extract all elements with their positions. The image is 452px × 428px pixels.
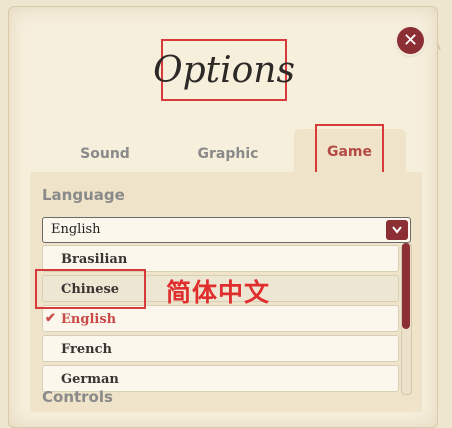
chevron-down-icon[interactable] xyxy=(386,220,408,240)
close-button[interactable]: ✕ xyxy=(397,27,424,54)
language-option-english[interactable]: ✔ English xyxy=(42,305,399,332)
chinese-highlight-box xyxy=(35,269,146,309)
dialog-title: Options xyxy=(153,39,295,101)
language-dropdown-list: Brasilian Chinese ✔ English French Germa… xyxy=(42,243,412,395)
checkmark-icon: ✔ xyxy=(45,311,56,326)
language-option-brasilian[interactable]: Brasilian xyxy=(42,245,399,272)
language-select-value: English xyxy=(51,222,101,237)
language-label: Language xyxy=(42,186,125,204)
language-option-label: Brasilian xyxy=(61,252,128,267)
close-icon: ✕ xyxy=(402,29,419,51)
language-option-label: English xyxy=(61,312,117,327)
tab-graphic[interactable]: Graphic xyxy=(190,136,266,172)
tab-sound[interactable]: Sound xyxy=(70,136,140,172)
controls-label: Controls xyxy=(42,388,113,406)
language-select[interactable]: English xyxy=(42,217,411,243)
language-option-label: German xyxy=(61,372,119,387)
annotation-text: 简体中文 xyxy=(166,278,271,307)
dropdown-scrollbar-thumb[interactable] xyxy=(402,243,410,329)
language-option-label: French xyxy=(61,342,112,357)
language-option-french[interactable]: French xyxy=(42,335,399,362)
